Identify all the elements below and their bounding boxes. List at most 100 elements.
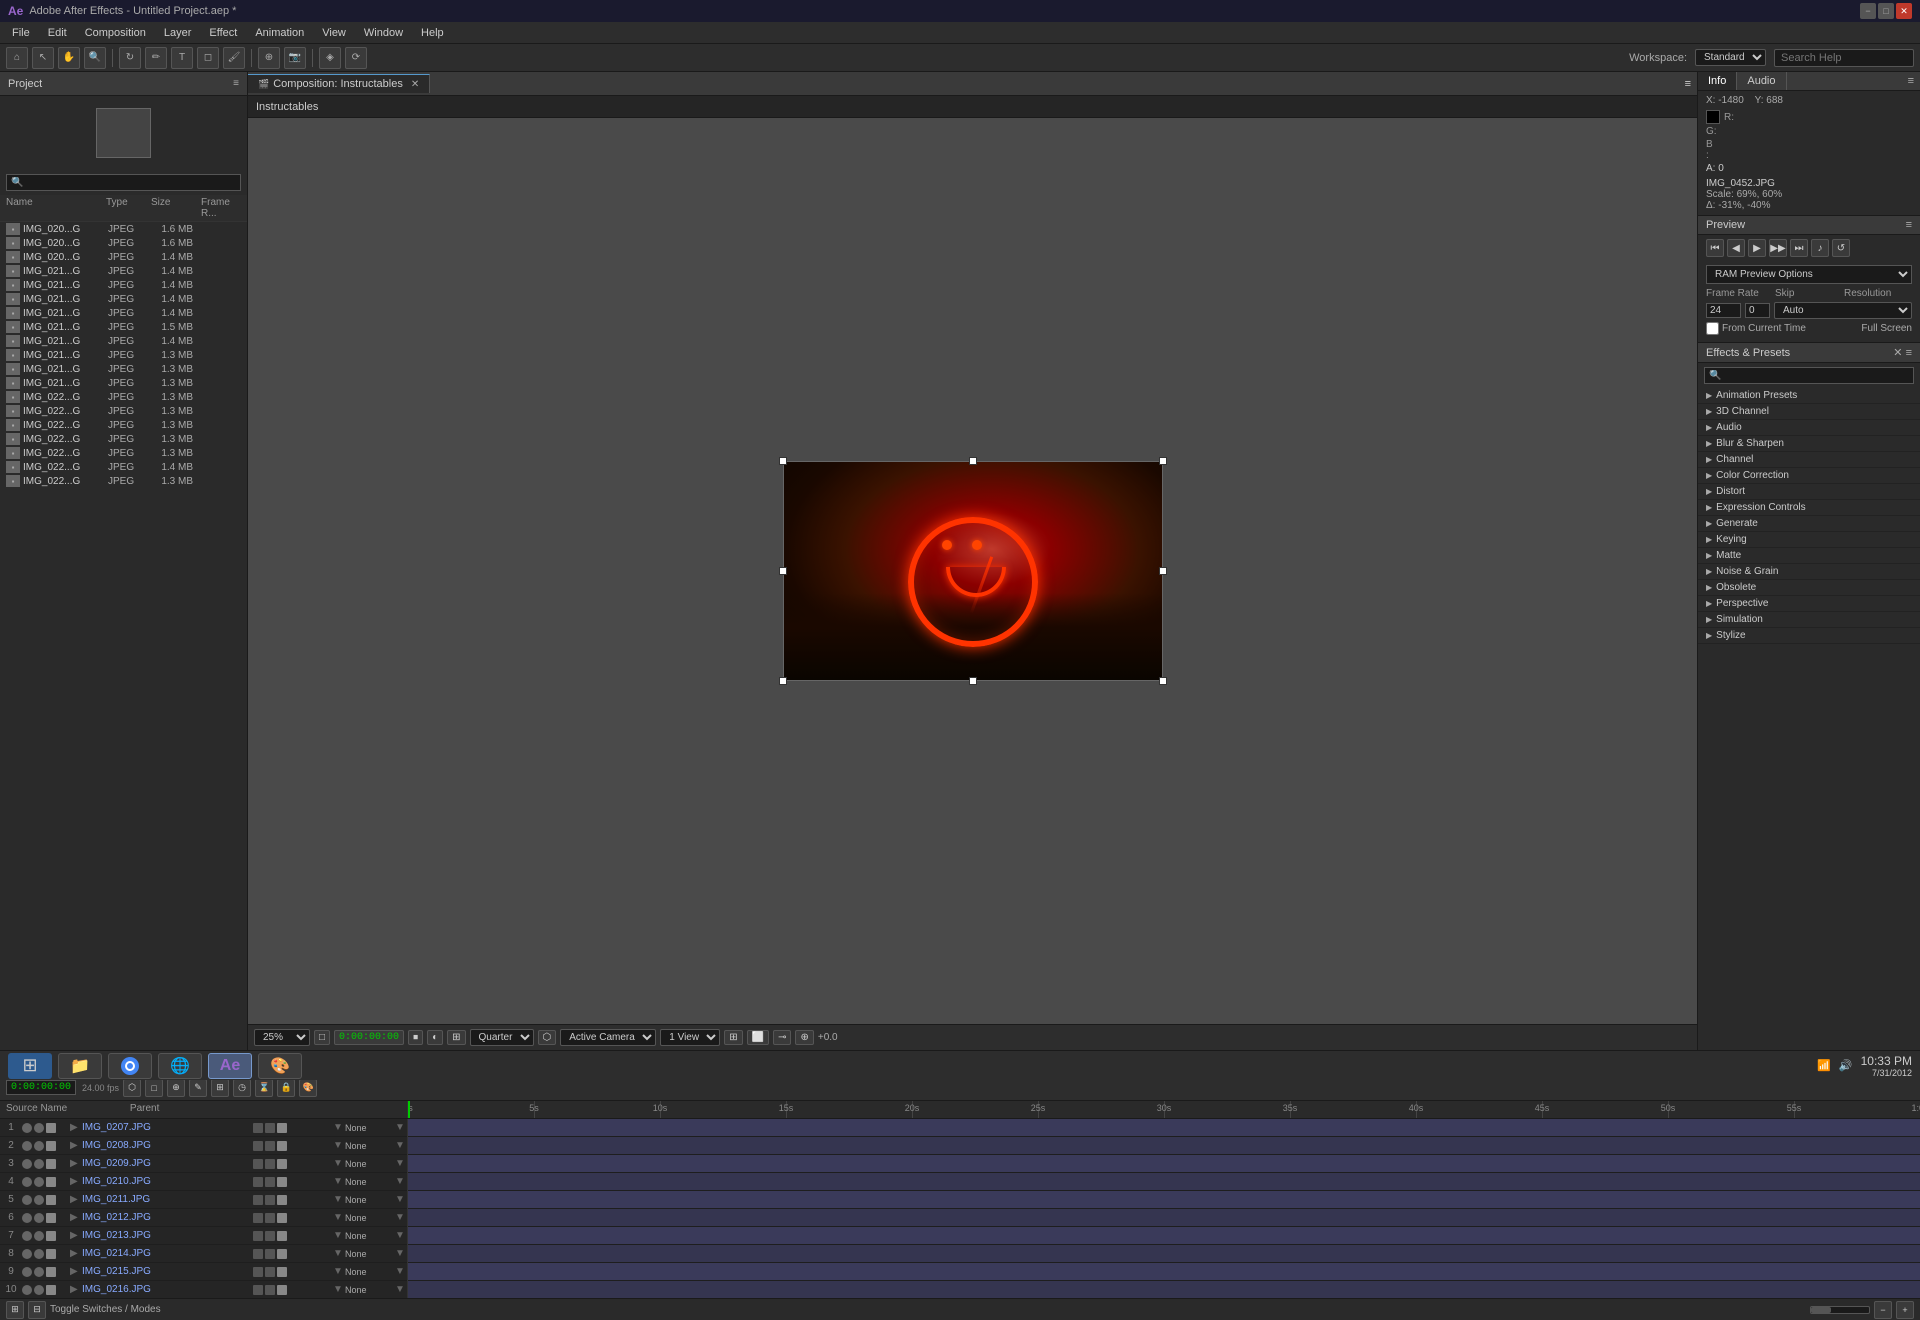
switch-3[interactable] <box>277 1195 287 1205</box>
effect-category-item[interactable]: ▶ Perspective <box>1698 596 1920 612</box>
tool-anchor[interactable]: ⊕ <box>258 47 280 69</box>
tab-info[interactable]: Info <box>1698 72 1737 90</box>
tool-hand[interactable]: ✋ <box>58 47 80 69</box>
handle-mid-right[interactable] <box>1159 567 1167 575</box>
switch-2[interactable] <box>265 1195 275 1205</box>
search-help-input[interactable] <box>1774 49 1914 67</box>
tool-camera[interactable]: 📷 <box>284 47 306 69</box>
layer-solo-btn[interactable] <box>34 1285 44 1295</box>
switch-3[interactable] <box>277 1177 287 1187</box>
project-file-row[interactable]: ▪ IMG_021...G JPEG 1.4 MB <box>0 306 247 320</box>
layer-row[interactable]: 4 ▶ IMG_0210.JPG ▼ None ▼ <box>0 1173 407 1191</box>
layer-solo-btn[interactable] <box>34 1141 44 1151</box>
switch-3[interactable] <box>277 1249 287 1259</box>
timeline-scrollbar[interactable] <box>1810 1306 1870 1314</box>
layer-eye-btn[interactable] <box>22 1249 32 1259</box>
layer-expand-btn[interactable]: ▶ <box>70 1140 82 1151</box>
layer-track[interactable] <box>408 1245 1920 1263</box>
view-grid-btn[interactable]: ⊞ <box>724 1030 742 1045</box>
handle-top-right[interactable] <box>1159 457 1167 465</box>
effect-category-item[interactable]: ▶ Animation Presets <box>1698 388 1920 404</box>
after-effects-btn[interactable]: Ae <box>208 1053 252 1079</box>
menu-layer[interactable]: Layer <box>156 25 200 41</box>
skip-input[interactable] <box>1745 303 1770 318</box>
layer-expand-btn[interactable]: ▶ <box>70 1284 82 1295</box>
layer-lock-btn[interactable] <box>46 1213 56 1223</box>
project-file-row[interactable]: ▪ IMG_021...G JPEG 1.5 MB <box>0 320 247 334</box>
layer-eye-btn[interactable] <box>22 1141 32 1151</box>
pixel-btn[interactable]: ⬜ <box>747 1030 769 1045</box>
snap-btn[interactable]: ⊸ <box>773 1030 791 1045</box>
effect-category-item[interactable]: ▶ Generate <box>1698 516 1920 532</box>
effects-menu-btn[interactable]: ✕ ≡ <box>1893 346 1912 359</box>
timeline-zoom-in[interactable]: + <box>1896 1301 1914 1319</box>
layer-solo-btn[interactable] <box>34 1267 44 1277</box>
grid-btn[interactable]: ⊞ <box>447 1030 465 1045</box>
maximize-button[interactable]: □ <box>1878 3 1894 19</box>
project-file-row[interactable]: ▪ IMG_022...G JPEG 1.3 MB <box>0 432 247 446</box>
layer-lock-btn[interactable] <box>46 1195 56 1205</box>
handle-bot-left[interactable] <box>779 677 787 685</box>
effect-category-item[interactable]: ▶ Audio <box>1698 420 1920 436</box>
effect-category-item[interactable]: ▶ Blur & Sharpen <box>1698 436 1920 452</box>
layer-expand-btn[interactable]: ▶ <box>70 1194 82 1205</box>
tool-select[interactable]: ↖ <box>32 47 54 69</box>
layer-eye-btn[interactable] <box>22 1267 32 1277</box>
layer-solo-btn[interactable] <box>34 1159 44 1169</box>
layer-lock-btn[interactable] <box>46 1249 56 1259</box>
camera-select[interactable]: Active Camera <box>560 1029 656 1046</box>
layer-track[interactable] <box>408 1263 1920 1281</box>
tl-btn-9[interactable]: 🎨 <box>299 1079 317 1097</box>
effect-category-item[interactable]: ▶ Color Correction <box>1698 468 1920 484</box>
layer-lock-btn[interactable] <box>46 1141 56 1151</box>
layer-eye-btn[interactable] <box>22 1159 32 1169</box>
layer-track[interactable] <box>408 1191 1920 1209</box>
layer-lock-btn[interactable] <box>46 1231 56 1241</box>
effect-category-item[interactable]: ▶ Simulation <box>1698 612 1920 628</box>
switch-1[interactable] <box>253 1141 263 1151</box>
handle-bot-center[interactable] <box>969 677 977 685</box>
layer-row[interactable]: 8 ▶ IMG_0214.JPG ▼ None ▼ <box>0 1245 407 1263</box>
switch-1[interactable] <box>253 1213 263 1223</box>
layer-expand-btn[interactable]: ▶ <box>70 1158 82 1169</box>
minimize-button[interactable]: − <box>1860 3 1876 19</box>
switch-2[interactable] <box>265 1213 275 1223</box>
layer-row[interactable]: 9 ▶ IMG_0215.JPG ▼ None ▼ <box>0 1263 407 1281</box>
comp-tab-instructables[interactable]: 🎬 Composition: Instructables ✕ <box>248 74 430 93</box>
tool-home[interactable]: ⌂ <box>6 47 28 69</box>
switch-3[interactable] <box>277 1159 287 1169</box>
info-panel-menu[interactable]: ≡ <box>1902 72 1920 90</box>
windows-start-button[interactable]: ⊞ <box>8 1053 52 1079</box>
switch-2[interactable] <box>265 1285 275 1295</box>
switch-2[interactable] <box>265 1267 275 1277</box>
layer-track[interactable] <box>408 1119 1920 1137</box>
tool-shape[interactable]: ◻ <box>197 47 219 69</box>
switch-2[interactable] <box>265 1123 275 1133</box>
layer-row[interactable]: 6 ▶ IMG_0212.JPG ▼ None ▼ <box>0 1209 407 1227</box>
project-file-row[interactable]: ▪ IMG_020...G JPEG 1.6 MB <box>0 236 247 250</box>
last-frame-btn[interactable]: ⏭ <box>1790 239 1808 257</box>
switch-1[interactable] <box>253 1177 263 1187</box>
frame-rate-input[interactable] <box>1706 303 1741 318</box>
preview-menu-btn[interactable]: ≡ <box>1906 219 1912 231</box>
audio-btn[interactable]: ♪ <box>1811 239 1829 257</box>
layer-expand-btn[interactable]: ▶ <box>70 1248 82 1259</box>
tool-zoom[interactable]: 🔍 <box>84 47 106 69</box>
layer-solo-btn[interactable] <box>34 1249 44 1259</box>
project-file-row[interactable]: ▪ IMG_020...G JPEG 1.6 MB <box>0 222 247 236</box>
layer-row[interactable]: 7 ▶ IMG_0213.JPG ▼ None ▼ <box>0 1227 407 1245</box>
layer-expand-btn[interactable]: ▶ <box>70 1176 82 1187</box>
effect-category-item[interactable]: ▶ 3D Channel <box>1698 404 1920 420</box>
comp-canvas[interactable] <box>783 461 1163 681</box>
tl-btn-2[interactable]: □ <box>145 1079 163 1097</box>
project-search-input[interactable] <box>6 174 241 191</box>
comp-viewport[interactable] <box>248 118 1697 1024</box>
layer-eye-btn[interactable] <box>22 1177 32 1187</box>
layer-row[interactable]: 2 ▶ IMG_0208.JPG ▼ None ▼ <box>0 1137 407 1155</box>
tl-btn-7[interactable]: ⌛ <box>255 1079 273 1097</box>
switch-1[interactable] <box>253 1267 263 1277</box>
toggle-switches-btn[interactable]: ⊞ <box>6 1301 24 1319</box>
ram-preview-dropdown[interactable]: RAM Preview Options <box>1706 265 1912 284</box>
layer-solo-btn[interactable] <box>34 1213 44 1223</box>
layer-lock-btn[interactable] <box>46 1177 56 1187</box>
